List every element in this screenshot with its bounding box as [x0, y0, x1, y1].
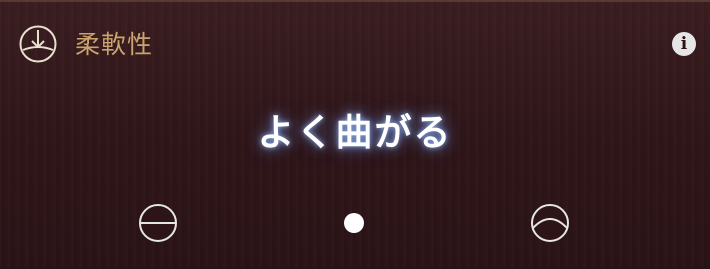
flexibility-panel: 柔軟性 i よく曲がる	[0, 0, 710, 267]
slider-thumb[interactable]	[344, 213, 364, 233]
circle-down-arrow-icon	[19, 25, 57, 63]
panel-title: 柔軟性	[75, 30, 154, 59]
circle-line-icon[interactable]	[139, 204, 177, 242]
info-icon: i	[680, 34, 688, 54]
info-button[interactable]: i	[672, 32, 696, 56]
circle-curved-line-icon[interactable]	[531, 204, 569, 242]
flexibility-value-label: よく曲がる	[257, 111, 453, 154]
